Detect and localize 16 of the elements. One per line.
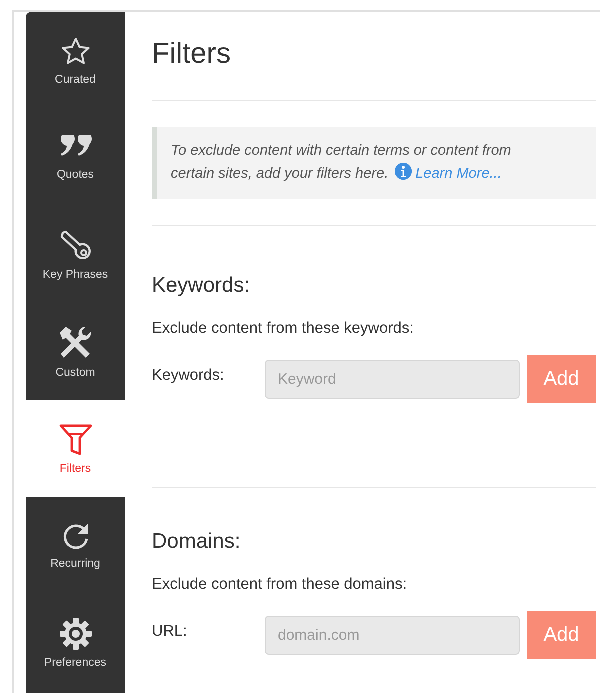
- page-title: Filters: [152, 38, 232, 72]
- gear-icon: [58, 616, 92, 650]
- sidebar-item[interactable]: Filters: [26, 400, 125, 497]
- section-description: Exclude content from these keywords:: [152, 320, 415, 338]
- section-description: Exclude content from these domains:: [152, 576, 408, 594]
- section-heading: Keywords:: [152, 274, 252, 298]
- note-text: To exclude content with certain terms or content from certain sites, add your filters here. Learn More...: [171, 142, 512, 184]
- input-field[interactable]: domain.com: [265, 616, 520, 654]
- star-icon: [60, 36, 92, 68]
- section-heading: Domains:: [152, 530, 242, 554]
- key-icon: [58, 228, 92, 262]
- field-label: URL:: [152, 622, 188, 641]
- field-label: Keywords:: [152, 366, 226, 385]
- funnel-icon: [58, 422, 92, 456]
- info-icon: [394, 163, 412, 180]
- input-field[interactable]: Keyword: [265, 360, 520, 398]
